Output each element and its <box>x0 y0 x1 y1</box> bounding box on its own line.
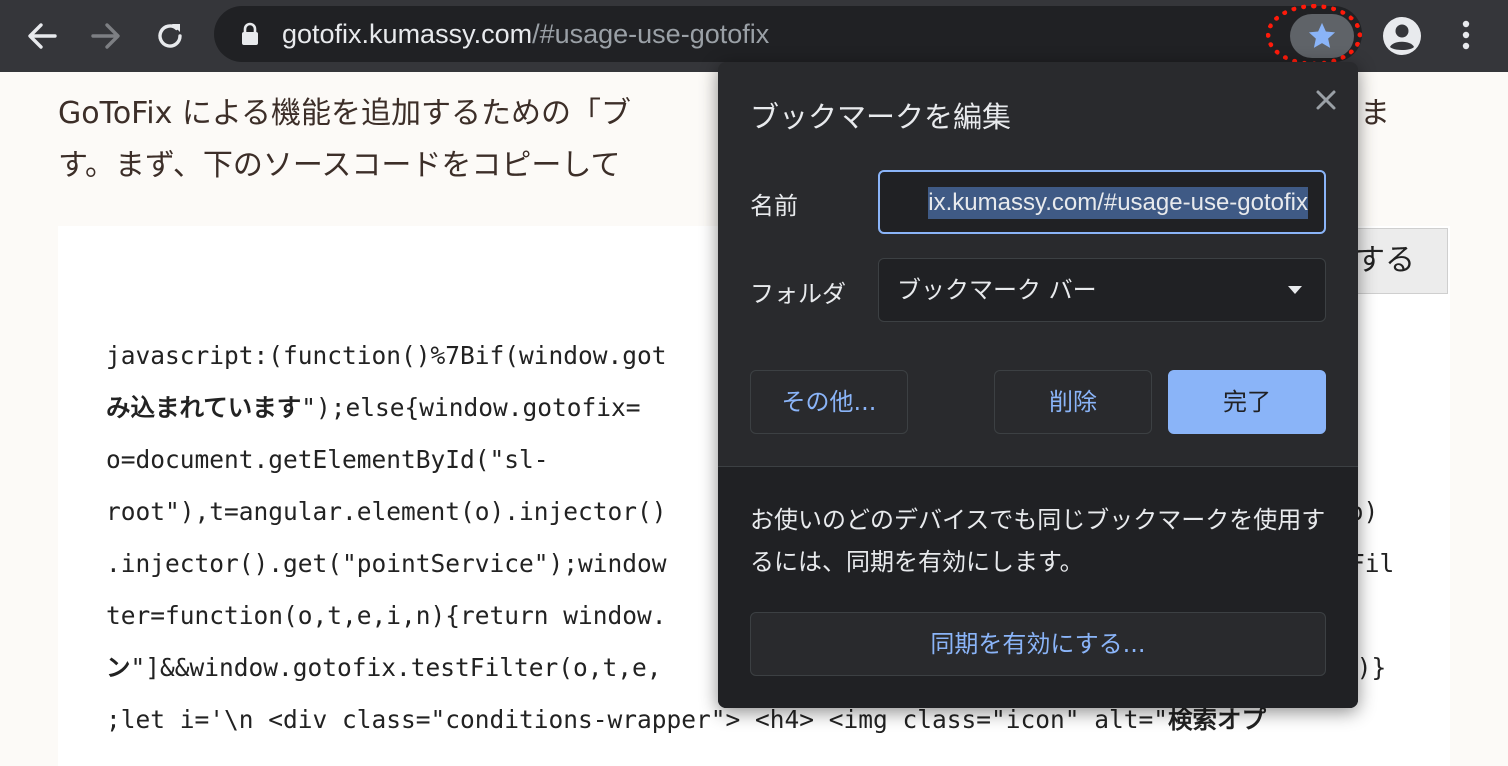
url-text: gotofix.kumassy.com/#usage-use-gotofix <box>282 6 769 62</box>
folder-label: フォルダ <box>750 280 846 308</box>
intro-line-1: GoToFix による機能を追加するための「ブ <box>58 96 631 131</box>
star-icon <box>1308 22 1336 48</box>
code-line: み込まれています");else{window.gotofix= <box>106 393 641 422</box>
code-line: ter=function(o,t,e,i,n){return window. <box>106 601 667 630</box>
code-line: ;let i='\n <div class="conditions-wrappe… <box>106 705 1267 734</box>
forward-button[interactable] <box>82 12 130 60</box>
reload-icon <box>158 24 182 48</box>
reload-button[interactable] <box>146 12 194 60</box>
code-line: ン"]&&window.gotofix.testFilter(o,t,e, n)} <box>106 653 1387 682</box>
code-line: javascript:(function()%7Bif(window.got読 <box>106 341 1337 370</box>
browser-menu-button[interactable] <box>1452 16 1480 60</box>
caret-down-icon <box>1288 286 1302 294</box>
account-circle-icon <box>1383 17 1421 55</box>
more-button[interactable]: その他... <box>750 370 908 434</box>
turn-on-sync-button[interactable]: 同期を有効にする... <box>750 612 1326 676</box>
sync-description: お使いのどのデバイスでも同じブックマークを使用するには、同期を有効にします。 <box>750 506 1326 576</box>
url-path: /#usage-use-gotofix <box>532 19 770 49</box>
close-icon[interactable] <box>1306 80 1346 120</box>
name-label: 名前 <box>750 192 798 220</box>
delete-button[interactable]: 削除 <box>994 370 1152 434</box>
sync-promo: お使いのどのデバイスでも同じブックマークを使用するには、同期を有効にします。 同… <box>718 467 1358 708</box>
done-button[interactable]: 完了 <box>1168 370 1326 434</box>
code-line: root"),t=angular.element(o).injector()(o… <box>106 497 1378 526</box>
edit-bookmark-dialog: ブックマークを編集 名前 ix.kumassy.com/#usage-use-g… <box>718 62 1358 708</box>
code-line: .injector().get("pointService");window Fi… <box>106 549 1395 578</box>
folder-select-value: ブックマーク バー <box>897 276 1097 304</box>
back-button[interactable] <box>18 12 66 60</box>
name-input[interactable]: ix.kumassy.com/#usage-use-gotofix <box>878 170 1326 234</box>
more-vert-icon <box>1462 20 1470 50</box>
folder-select[interactable]: ブックマーク バー <box>878 258 1326 322</box>
intro-line-2: す。まず、下のソースコードをコピーして <box>58 148 621 183</box>
code-line: o=document.getElementById("sl- <box>106 445 549 474</box>
bookmark-star-button[interactable] <box>1290 14 1354 58</box>
address-bar[interactable]: gotofix.kumassy.com/#usage-use-gotofix <box>214 6 1362 62</box>
intro-line-1-tail: ま <box>1360 96 1390 131</box>
name-input-value: ix.kumassy.com/#usage-use-gotofix <box>928 187 1308 219</box>
dialog-title: ブックマークを編集 <box>750 100 1012 134</box>
arrow-left-icon <box>28 23 57 49</box>
url-host: gotofix.kumassy.com <box>282 19 533 49</box>
account-button[interactable] <box>1382 16 1422 60</box>
lock-icon <box>242 22 258 45</box>
arrow-right-icon <box>91 23 120 49</box>
